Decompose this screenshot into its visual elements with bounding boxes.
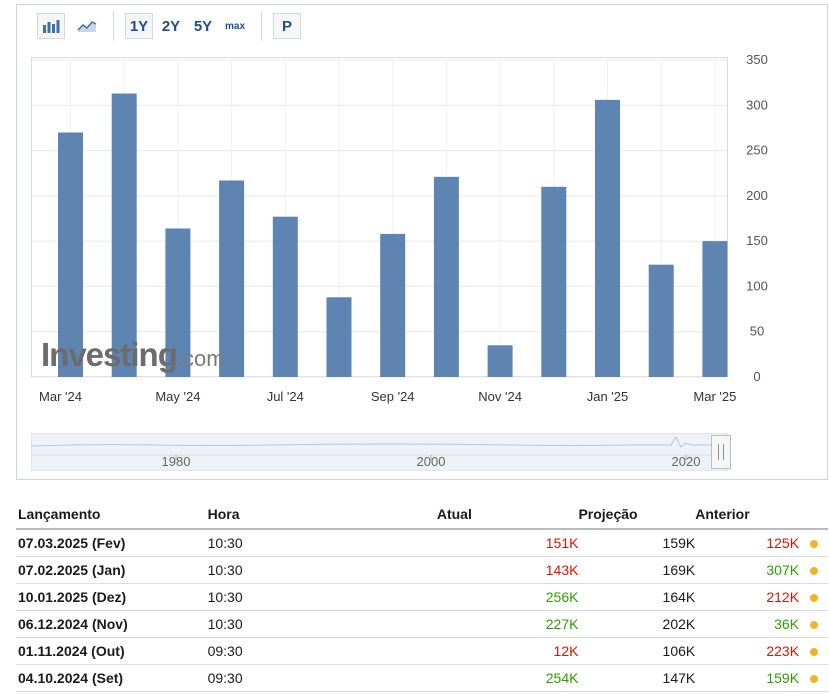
bar-12[interactable]	[648, 264, 674, 377]
importance-dot	[809, 621, 818, 629]
y-tick-label: 100	[746, 278, 768, 293]
importance-dot	[809, 648, 818, 656]
actual-value: 254K	[436, 664, 579, 692]
x-tick-label: Sep '24	[371, 389, 415, 404]
bar-9[interactable]	[487, 345, 513, 377]
table-row: 04.10.2024 (Set) 09:30 254K 147K 159K	[16, 664, 828, 692]
release-date: 01.11.2024 (Out)	[16, 637, 208, 665]
release-date: 04.10.2024 (Set)	[16, 664, 208, 692]
release-time: 10:30	[207, 583, 437, 611]
release-date: 07.02.2025 (Jan)	[16, 556, 208, 584]
header-actual[interactable]: Atual	[436, 500, 579, 530]
navigator-label-2000: 2000	[417, 454, 446, 469]
importance-dot	[809, 594, 818, 602]
importance-dot	[809, 540, 818, 548]
y-tick-label: 150	[746, 233, 768, 248]
bar-2[interactable]	[111, 93, 137, 378]
bar-chart: 0 50 100 150 200 250 300 350 Mar '24 May '24 Jul '…	[32, 52, 768, 404]
table-row: 07.03.2025 (Fev) 10:30 151K 159K 125K	[16, 529, 828, 557]
previous-value: 125K	[695, 529, 800, 557]
forecast-value: 106K	[578, 637, 696, 665]
navigator-label-2020: 2020	[672, 454, 701, 469]
header-release-date[interactable]: Lançamento	[16, 500, 208, 530]
table-row: 01.11.2024 (Out) 09:30 12K 106K 223K	[16, 637, 828, 665]
bar-10[interactable]	[541, 186, 567, 377]
navigator-handle[interactable]	[711, 435, 731, 469]
previous-value: 36K	[695, 610, 800, 638]
actual-value: 12K	[436, 637, 579, 665]
table-row: 07.02.2025 (Jan) 10:30 143K 169K 307K	[16, 556, 828, 584]
header-previous[interactable]: Anterior	[695, 500, 800, 530]
actual-value: 227K	[436, 610, 579, 638]
range-navigator[interactable]: 1980 2000 2020	[31, 433, 728, 471]
header-time[interactable]: Hora	[207, 500, 437, 530]
release-date: 06.12.2024 (Nov)	[16, 610, 208, 638]
events-table: Lançamento Hora Atual Projeção Anterior …	[16, 500, 828, 692]
x-tick-label: Mar '24	[39, 389, 82, 404]
importance-dot	[809, 675, 818, 683]
table-row: 10.01.2025 (Dez) 10:30 256K 164K 212K	[16, 583, 828, 611]
y-tick-label: 350	[746, 52, 768, 67]
forecast-value: 169K	[578, 556, 696, 584]
release-date: 10.01.2025 (Dez)	[16, 583, 208, 611]
y-tick-label: 300	[746, 97, 768, 112]
table-row: 06.12.2024 (Nov) 10:30 227K 202K 36K	[16, 610, 828, 638]
investing-watermark: Investing.com	[41, 336, 225, 374]
previous-value: 223K	[695, 637, 800, 665]
previous-value: 307K	[695, 556, 800, 584]
watermark-suffix: .com	[176, 346, 225, 371]
actual-value: 151K	[436, 529, 579, 557]
bar-13[interactable]	[702, 241, 728, 377]
previous-value: 159K	[695, 664, 800, 692]
release-time: 09:30	[207, 664, 437, 692]
y-tick-label: 200	[746, 188, 768, 203]
y-tick-label: 250	[746, 143, 768, 158]
navigator-label-1980: 1980	[162, 454, 191, 469]
x-tick-label: May '24	[155, 389, 200, 404]
bar-8[interactable]	[433, 176, 459, 377]
bar-11[interactable]	[595, 99, 620, 377]
forecast-value: 202K	[578, 610, 696, 638]
forecast-value: 164K	[578, 583, 696, 611]
previous-value: 212K	[695, 583, 800, 611]
y-tick-label: 50	[750, 324, 764, 339]
header-forecast[interactable]: Projeção	[578, 500, 696, 530]
importance-dot	[809, 567, 818, 575]
release-date: 07.03.2025 (Fev)	[16, 529, 208, 557]
release-time: 10:30	[207, 529, 437, 557]
release-time: 09:30	[207, 637, 437, 665]
x-tick-label: Jan '25	[587, 389, 629, 404]
forecast-value: 147K	[578, 664, 696, 692]
bar-6[interactable]	[326, 297, 352, 377]
release-time: 10:30	[207, 610, 437, 638]
release-time: 10:30	[207, 556, 437, 584]
x-tick-label: Mar '25	[693, 389, 736, 404]
forecast-value: 159K	[578, 529, 696, 557]
bar-5[interactable]	[272, 216, 298, 377]
x-tick-label: Nov '24	[478, 389, 522, 404]
watermark-brand: Investing	[41, 336, 178, 373]
y-tick-label: 0	[753, 369, 760, 384]
chart-panel: 1Y 2Y 5Y max P 0 50 100 150 200 250 300 350 Mar …	[16, 4, 828, 480]
actual-value: 256K	[436, 583, 579, 611]
actual-value: 143K	[436, 556, 579, 584]
x-tick-label: Jul '24	[267, 389, 304, 404]
table-header-row: Lançamento Hora Atual Projeção Anterior	[16, 500, 828, 530]
bar-7[interactable]	[380, 233, 406, 377]
